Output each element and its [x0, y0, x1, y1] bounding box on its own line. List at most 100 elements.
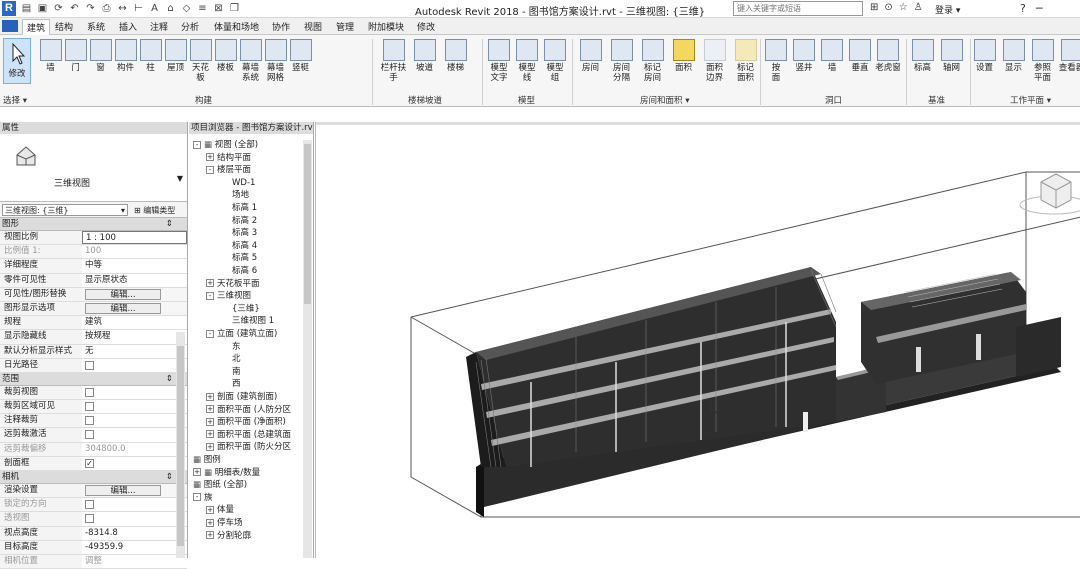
- collapse-icon[interactable]: -: [193, 493, 201, 501]
- tree-node[interactable]: +面积平面 (人防分区: [206, 405, 291, 416]
- ribbon-button-1-2[interactable]: 楼梯: [440, 37, 471, 73]
- subscription-icon[interactable]: ⊙: [884, 2, 892, 13]
- ribbon-button-2-0[interactable]: 模型文字: [485, 37, 513, 83]
- expand-icon[interactable]: +: [206, 443, 214, 451]
- redo-icon[interactable]: ↷: [84, 2, 97, 15]
- tree-node[interactable]: +分割轮廓: [206, 531, 251, 542]
- expand-icon[interactable]: +: [206, 531, 214, 539]
- tree-node[interactable]: 标高 6: [232, 266, 257, 277]
- property-row[interactable]: 远剪裁激活: [0, 428, 187, 442]
- property-category[interactable]: 相机⇕: [0, 471, 187, 484]
- collapse-icon[interactable]: -: [206, 330, 214, 338]
- ribbon-button-3-3[interactable]: 面积: [668, 37, 699, 73]
- tab-2[interactable]: 系统: [87, 20, 105, 33]
- tab-1[interactable]: 结构: [55, 20, 73, 33]
- view-instance-select[interactable]: 三维视图: {三维}▾: [2, 204, 128, 216]
- chevron-down-icon[interactable]: ▼: [177, 174, 183, 183]
- tab-9[interactable]: 管理: [336, 20, 354, 33]
- ribbon-button-0-10[interactable]: 竖梃: [288, 37, 313, 73]
- tree-node[interactable]: -立面 (建筑立面): [206, 329, 277, 340]
- panel-label-3[interactable]: 房间和面积 ▾: [640, 94, 689, 106]
- binoculars-icon[interactable]: ⊞: [870, 2, 878, 13]
- view-cube[interactable]: [1020, 174, 1080, 214]
- edit-type-button[interactable]: ⊞ 编辑类型: [134, 205, 175, 216]
- ribbon-button-3-1[interactable]: 房间分隔: [606, 37, 637, 83]
- ribbon-button-2-2[interactable]: 模型组: [541, 37, 569, 83]
- property-value[interactable]: 显示原状态: [82, 274, 187, 287]
- ribbon-button-4-0[interactable]: 按面: [762, 37, 790, 83]
- collapse-icon[interactable]: -: [206, 292, 214, 300]
- property-value[interactable]: 调整: [82, 555, 187, 568]
- ribbon-button-0-3[interactable]: 构件: [113, 37, 138, 73]
- tree-node[interactable]: -▦ 视图 (全部): [193, 140, 258, 151]
- property-value[interactable]: -8314.8: [82, 527, 187, 540]
- property-value[interactable]: 按规程: [82, 330, 187, 343]
- tree-node[interactable]: 标高 4: [232, 241, 257, 252]
- thin-lines-icon[interactable]: ≡: [196, 2, 209, 15]
- ribbon-button-6-1[interactable]: 显示: [999, 37, 1028, 73]
- open-icon[interactable]: ▤: [20, 2, 33, 15]
- tree-node[interactable]: -楼层平面: [206, 165, 251, 176]
- tree-node[interactable]: 三维视图 1: [232, 316, 274, 327]
- ribbon-button-6-3[interactable]: 查看器: [1057, 37, 1080, 73]
- ribbon-button-3-2[interactable]: 标记房间: [637, 37, 668, 83]
- tree-node[interactable]: ▦ 图例: [193, 455, 221, 466]
- tree-node[interactable]: 场地: [232, 190, 249, 201]
- ribbon-button-0-9[interactable]: 幕墙网格: [263, 37, 288, 83]
- expand-icon[interactable]: +: [206, 430, 214, 438]
- type-selector[interactable]: 三维视图 ▼: [0, 134, 187, 202]
- tree-node[interactable]: +剖面 (建筑剖面): [206, 392, 277, 403]
- tree-node[interactable]: WD-1: [232, 178, 255, 189]
- property-row[interactable]: 比例值 1:100: [0, 245, 187, 259]
- expand-icon[interactable]: +: [206, 153, 214, 161]
- modify-button[interactable]: 修改: [3, 38, 31, 84]
- panel-label-6[interactable]: 工作平面 ▾: [1010, 94, 1051, 106]
- property-row[interactable]: 锁定的方向: [0, 498, 187, 512]
- close-hidden-icon[interactable]: ⊠: [212, 2, 225, 15]
- switch-window-icon[interactable]: ❐: [228, 2, 241, 15]
- property-row[interactable]: 渲染设置编辑...: [0, 484, 187, 498]
- property-category[interactable]: 范围⇕: [0, 373, 187, 386]
- text-icon[interactable]: A: [148, 2, 161, 15]
- property-row[interactable]: 剖面框✓: [0, 457, 187, 471]
- ribbon-button-6-0[interactable]: 设置: [970, 37, 999, 73]
- property-value[interactable]: 304800.0: [82, 443, 187, 456]
- minimize-icon[interactable]: ─: [1036, 2, 1043, 15]
- property-category[interactable]: 图形⇕: [0, 218, 187, 231]
- ribbon-button-2-1[interactable]: 模型线: [513, 37, 541, 83]
- property-row[interactable]: 默认分析显示样式无: [0, 345, 187, 359]
- property-row[interactable]: 零件可见性显示原状态: [0, 274, 187, 288]
- property-value[interactable]: 编辑...: [82, 302, 187, 315]
- ribbon-button-4-3[interactable]: 垂直: [846, 37, 874, 73]
- dimension-icon[interactable]: ⊢: [132, 2, 145, 15]
- property-value[interactable]: ✓: [82, 457, 187, 470]
- tree-node[interactable]: +天花板平面: [206, 279, 260, 290]
- tree-node[interactable]: +面积平面 (净面积): [206, 417, 286, 428]
- property-value[interactable]: 无: [82, 345, 187, 358]
- ribbon-button-5-1[interactable]: 轴网: [937, 37, 966, 73]
- ribbon-button-4-1[interactable]: 竖井: [790, 37, 818, 73]
- panel-label-5[interactable]: 基准: [928, 94, 945, 106]
- tree-node[interactable]: +面积平面 (总建筑面: [206, 430, 291, 441]
- property-row[interactable]: 详细程度中等: [0, 259, 187, 273]
- panel-label-4[interactable]: 洞口: [825, 94, 842, 106]
- tab-6[interactable]: 体量和场地: [214, 20, 259, 33]
- ribbon-button-3-0[interactable]: 房间: [575, 37, 606, 73]
- property-value[interactable]: 编辑...: [82, 288, 187, 301]
- select-dropdown[interactable]: 选择 ▾: [3, 94, 27, 106]
- tree-node[interactable]: ▦ 图纸 (全部): [193, 480, 247, 491]
- help-icon[interactable]: ?: [1020, 2, 1026, 15]
- revit-logo[interactable]: R: [2, 1, 16, 16]
- property-row[interactable]: 透视图: [0, 512, 187, 526]
- property-row[interactable]: 注释裁剪: [0, 414, 187, 428]
- property-row[interactable]: 相机位置调整: [0, 555, 187, 569]
- tree-node[interactable]: +停车场: [206, 518, 243, 529]
- expand-icon[interactable]: +: [206, 418, 214, 426]
- ribbon-button-0-4[interactable]: 柱: [138, 37, 163, 73]
- ribbon-button-3-4[interactable]: 面积边界: [699, 37, 730, 83]
- file-menu-button[interactable]: [2, 20, 18, 32]
- tree-node[interactable]: +结构平面: [206, 153, 251, 164]
- section-icon[interactable]: ◇: [180, 2, 193, 15]
- tab-10[interactable]: 附加模块: [368, 20, 404, 33]
- tree-node[interactable]: 标高 3: [232, 228, 257, 239]
